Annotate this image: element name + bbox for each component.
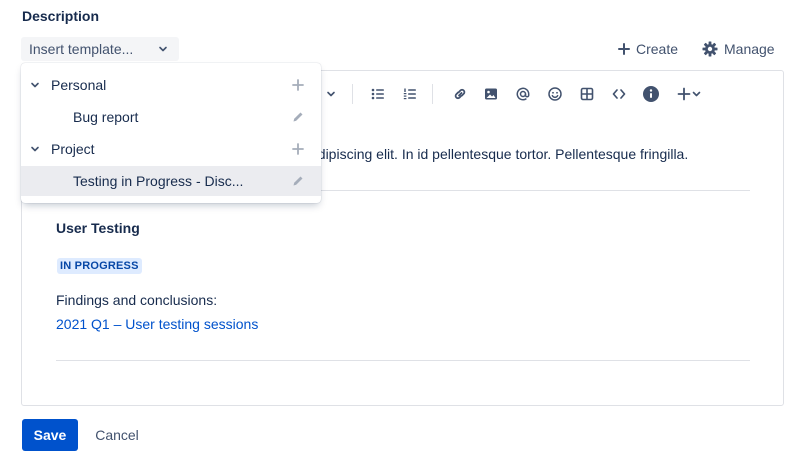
chevron-down-icon[interactable] (30, 80, 40, 90)
template-item-label: Bug report (73, 109, 139, 125)
create-button[interactable]: Create (618, 38, 678, 60)
toolbar-divider (432, 84, 433, 104)
edit-pencil-icon[interactable] (291, 110, 305, 124)
chevron-down-icon (159, 46, 167, 52)
chevron-down-icon[interactable] (30, 144, 40, 154)
plus-icon (618, 43, 630, 55)
group-personal-label: Personal (51, 77, 107, 93)
findings-label: Findings and conclusions: (56, 292, 218, 308)
mention-icon[interactable] (513, 84, 533, 104)
divider (56, 360, 750, 361)
image-icon[interactable] (481, 84, 501, 104)
link-icon[interactable] (450, 84, 470, 104)
insert-plus-icon[interactable] (676, 84, 706, 104)
code-icon[interactable] (609, 84, 629, 104)
add-template-icon[interactable] (291, 78, 305, 92)
description-label: Description (22, 8, 100, 24)
template-dropdown: Personal Bug report Project Testing in P… (21, 63, 321, 203)
edit-pencil-icon[interactable] (291, 174, 305, 188)
group-personal[interactable]: Personal (21, 70, 321, 100)
status-lozenge: IN PROGRESS (57, 258, 142, 274)
cancel-button[interactable]: Cancel (86, 419, 148, 451)
insert-template-label: Insert template... (29, 41, 134, 57)
group-project-label: Project (51, 141, 95, 157)
insert-template-button[interactable]: Insert template... (21, 37, 179, 61)
numbered-list-icon[interactable] (400, 84, 420, 104)
group-project[interactable]: Project (21, 134, 321, 164)
table-icon[interactable] (577, 84, 597, 104)
bullet-list-icon[interactable] (368, 84, 388, 104)
template-item-testing-in-progress[interactable]: Testing in Progress - Disc... (21, 166, 321, 196)
gear-icon (702, 41, 718, 57)
manage-label: Manage (724, 41, 775, 57)
text-style-chevron-icon[interactable] (321, 84, 341, 104)
manage-button[interactable]: Manage (702, 38, 775, 60)
create-label: Create (636, 41, 679, 57)
add-template-icon[interactable] (291, 142, 305, 156)
testing-sessions-link[interactable]: 2021 Q1 – User testing sessions (56, 316, 258, 332)
template-item-label: Testing in Progress - Disc... (73, 173, 244, 189)
info-icon[interactable] (641, 84, 661, 104)
emoji-icon[interactable] (545, 84, 565, 104)
panel-title: User Testing (56, 220, 140, 236)
editor-body-text[interactable]: adipiscing elit. In id pellentesque tort… (310, 146, 688, 162)
toolbar-divider (352, 84, 353, 104)
template-item-bug-report[interactable]: Bug report (21, 102, 321, 132)
save-button[interactable]: Save (22, 419, 78, 451)
